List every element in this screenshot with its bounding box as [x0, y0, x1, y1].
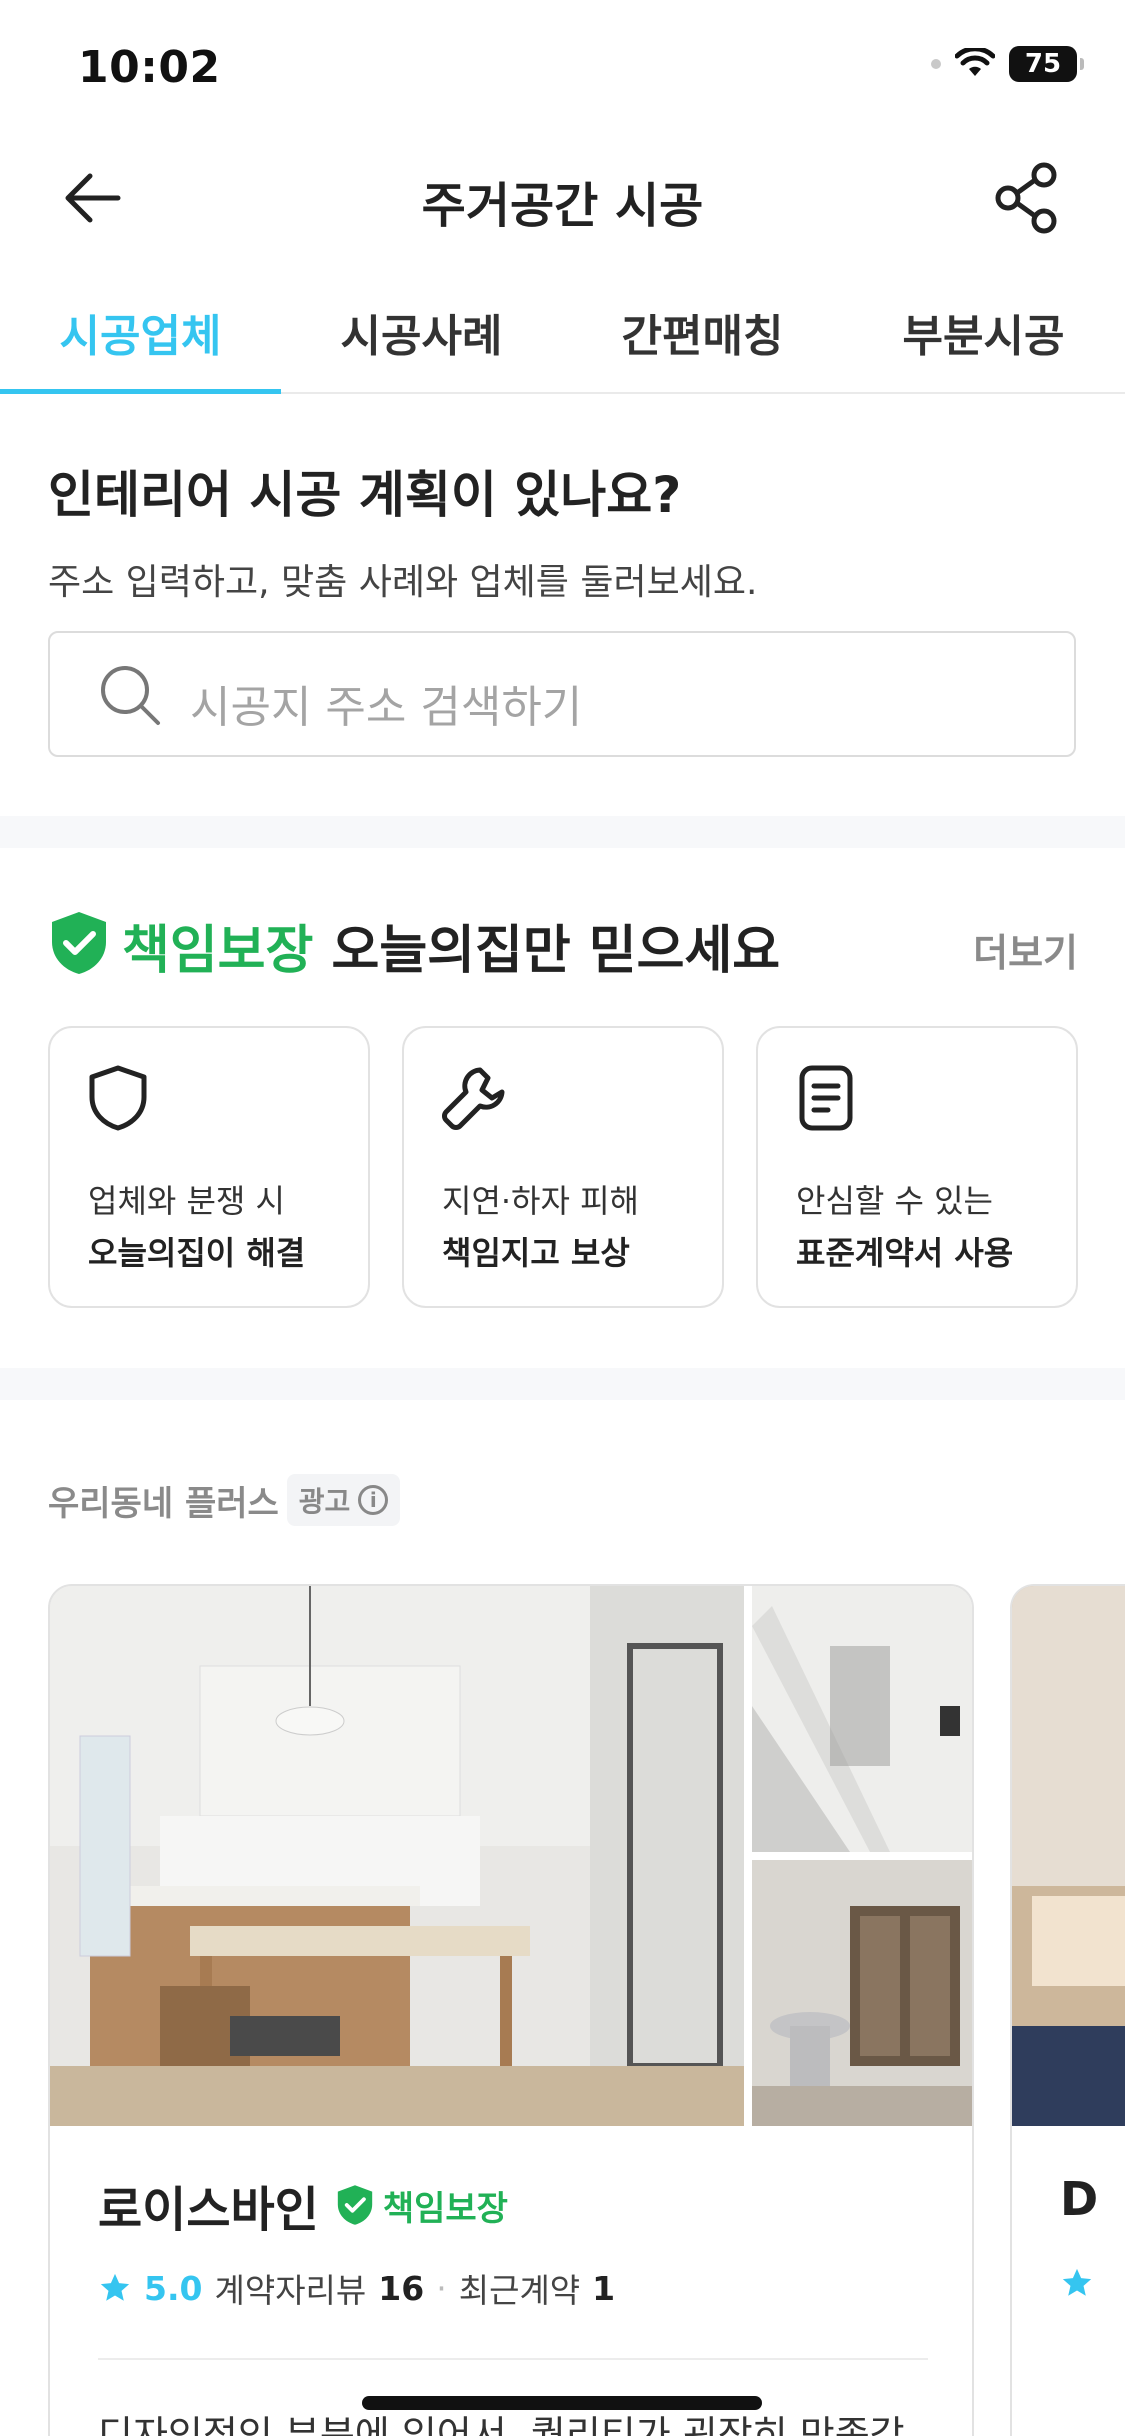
next-vendor-initial: D — [1060, 2172, 1099, 2226]
shield-check-icon — [337, 2185, 372, 2225]
star-icon — [100, 2273, 130, 2301]
next-vendor-photo — [1012, 1586, 1125, 2126]
document-icon — [799, 1065, 853, 1131]
search-icon — [101, 666, 160, 725]
page-title: 주거공간 시공 — [421, 178, 704, 234]
vendor-name: 로이스바인 — [98, 2182, 319, 2238]
separator-dot: · — [436, 2268, 447, 2308]
status-icons: 75 — [931, 46, 1084, 82]
card-line2: 표준계약서 사용 — [796, 1234, 1014, 1272]
info-icon: i — [358, 1485, 389, 1515]
shield-icon — [89, 1065, 147, 1131]
card-line2: 오늘의집이 해결 — [88, 1234, 306, 1272]
rating-value: 5.0 — [144, 2268, 203, 2308]
guarantee-card-dispute[interactable]: 업체와 분쟁 시 오늘의집이 해결 — [48, 1026, 370, 1308]
share-button[interactable] — [987, 158, 1067, 238]
guarantee-card-contract[interactable]: 안심할 수 있는 표준계약서 사용 — [756, 1026, 1078, 1308]
reviews-count: 16 — [378, 2268, 425, 2308]
shield-check-icon — [52, 912, 106, 974]
guarantee-highlight: 책임보장 — [122, 921, 314, 981]
search-placeholder: 시공지 주소 검색하기 — [190, 682, 583, 733]
divider — [98, 2358, 928, 2360]
guarantee-badge: 책임보장 — [335, 2181, 508, 2230]
battery-indicator: 75 — [1009, 46, 1084, 82]
plan-subtitle: 주소 입력하고, 맞춤 사례와 업체를 둘러보세요. — [48, 562, 758, 603]
status-time: 10:02 — [78, 42, 221, 93]
star-icon — [1062, 2268, 1092, 2296]
ad-label: 광고 — [298, 1485, 351, 1518]
guarantee-badge-label: 책임보장 — [382, 2188, 508, 2229]
status-bar: 10:02 75 — [0, 0, 1125, 140]
plan-section: 인테리어 시공 계획이 있나요? 주소 입력하고, 맞춤 사례와 업체를 둘러보… — [48, 455, 1078, 757]
plan-title: 인테리어 시공 계획이 있나요? — [48, 466, 682, 524]
signal-dot-icon — [931, 59, 941, 69]
card-line1: 안심할 수 있는 — [796, 1182, 993, 1220]
vendor-photos — [50, 1586, 972, 2126]
recent-contract-label: 최근계약 — [458, 2271, 581, 2310]
guarantee-title: 책임보장 오늘의집만 믿으세요 — [122, 908, 780, 983]
tab-quick-match[interactable]: 간편매칭 — [562, 270, 843, 392]
guarantee-cards: 업체와 분쟁 시 오늘의집이 해결 지연·하자 피해 책임지고 보상 안심할 수… — [48, 1026, 1078, 1308]
guarantee-header: 책임보장 오늘의집만 믿으세요 더보기 — [48, 900, 1078, 983]
section-divider — [0, 816, 1125, 848]
vendor-name-row: 로이스바인 책임보장 — [98, 2170, 508, 2240]
reviews-label: 계약자리뷰 — [214, 2271, 367, 2310]
plus-header: 우리동네 플러스 광고 i — [48, 1474, 401, 1526]
card-line2: 책임지고 보상 — [442, 1234, 630, 1272]
tab-cases[interactable]: 시공사례 — [281, 270, 562, 392]
guarantee-card-compensation[interactable]: 지연·하자 피해 책임지고 보상 — [402, 1026, 724, 1308]
address-search-input[interactable]: 시공지 주소 검색하기 — [48, 631, 1076, 757]
share-icon — [995, 162, 1057, 234]
tab-partial[interactable]: 부분시공 — [843, 270, 1124, 392]
recent-contract-count: 1 — [592, 2268, 616, 2308]
more-link[interactable]: 더보기 — [973, 922, 1078, 977]
guarantee-title-rest: 오늘의집만 믿으세요 — [313, 921, 781, 981]
tab-bar: 시공업체 시공사례 간편매칭 부분시공 — [0, 270, 1125, 394]
top-header: 주거공간 시공 — [0, 140, 1125, 250]
rating-row: 5.0 계약자리뷰 16 · 최근계약 1 — [98, 2264, 615, 2312]
vendor-card[interactable]: 로이스바인 책임보장 5.0 계약자리뷰 16 · 최근계약 1 디자인적인 부… — [48, 1584, 974, 2436]
next-vendor-card[interactable]: D — [1010, 1584, 1125, 2436]
wifi-icon — [955, 48, 995, 76]
plus-label: 우리동네 플러스 — [48, 1483, 279, 1524]
ad-badge[interactable]: 광고 i — [286, 1474, 401, 1526]
home-indicator — [362, 2396, 762, 2410]
card-line1: 업체와 분쟁 시 — [88, 1182, 285, 1220]
wrench-icon — [442, 1067, 505, 1130]
card-line1: 지연·하자 피해 — [442, 1182, 639, 1220]
section-divider — [0, 1368, 1125, 1400]
tab-contractors[interactable]: 시공업체 — [0, 270, 281, 394]
